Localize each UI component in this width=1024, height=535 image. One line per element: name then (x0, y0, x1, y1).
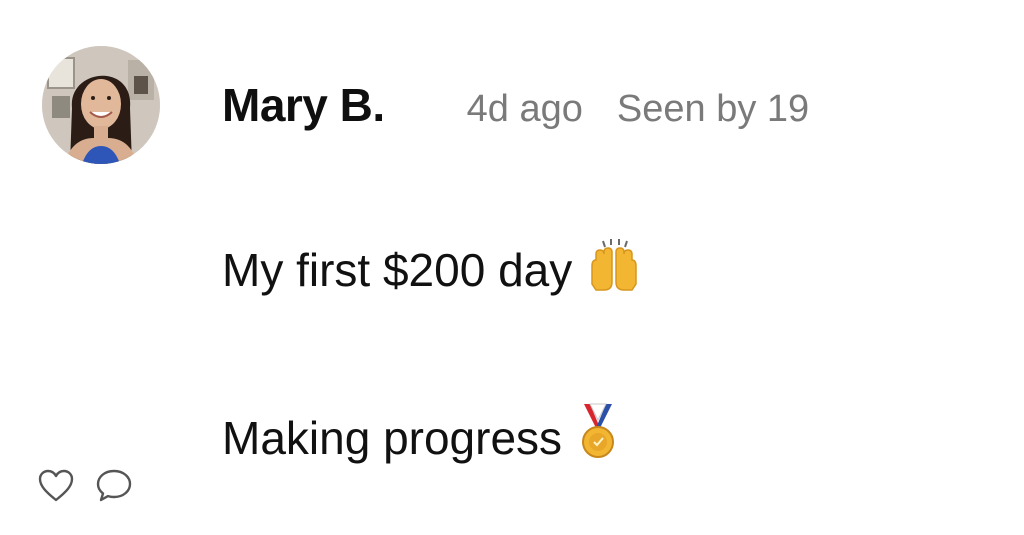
heart-icon (38, 469, 74, 502)
post-text: Making progress (222, 411, 563, 464)
post-actions (36, 466, 134, 506)
raising-hands-emoji (586, 236, 642, 303)
feed-post: Mary B. 4d ago Seen by 19 My first $200 … (0, 0, 1024, 535)
post-timestamp: 4d ago (466, 88, 583, 130)
avatar[interactable] (42, 46, 160, 164)
author-name[interactable]: Mary B. (222, 78, 385, 132)
seen-by-count[interactable]: Seen by 19 (617, 88, 809, 131)
comment-button[interactable] (94, 466, 134, 506)
post-body-line: My first $200 day (222, 236, 642, 303)
comment-bubble-icon (96, 469, 132, 502)
post-header: Mary B. 4d ago Seen by 19 (222, 78, 809, 132)
medal-emoji (576, 402, 620, 473)
like-button[interactable] (36, 466, 76, 506)
post-body-line: Making progress (222, 402, 620, 473)
post-text: My first $200 day (222, 243, 573, 296)
